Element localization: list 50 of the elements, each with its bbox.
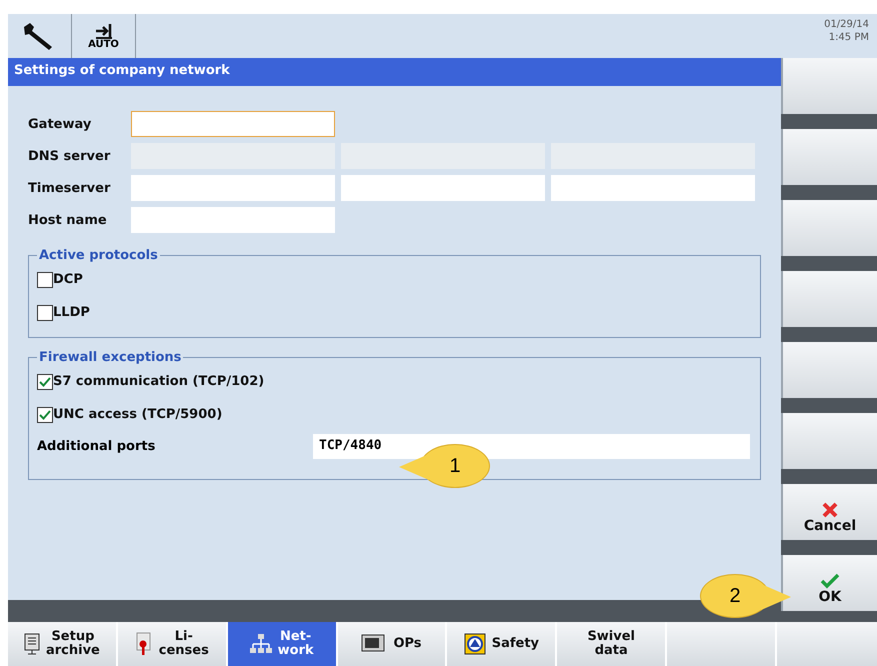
- checkbox-label: LLDP: [53, 305, 90, 320]
- close-icon: [822, 502, 838, 518]
- checkmark-icon: [820, 573, 840, 589]
- checkbox-label: DCP: [53, 272, 83, 287]
- field-label: Timeserver: [28, 180, 112, 196]
- menu-tab[interactable]: [667, 622, 776, 666]
- key-document-icon: [134, 632, 153, 656]
- menu-tab[interactable]: Setup archive: [8, 622, 116, 666]
- field-label: Gateway: [28, 116, 92, 132]
- input-field[interactable]: TCP/4840: [313, 434, 750, 458]
- dialog-title: Settings of company network: [8, 58, 781, 86]
- input-field[interactable]: [341, 175, 545, 201]
- menu-tab[interactable]: OPs: [338, 622, 446, 666]
- softkey-button[interactable]: [781, 58, 877, 114]
- input-field[interactable]: [131, 111, 335, 137]
- input-field[interactable]: [131, 207, 335, 233]
- input-field[interactable]: [131, 175, 335, 201]
- softkey-button[interactable]: [781, 413, 877, 469]
- checkbox-label: S7 communication (TCP/102): [53, 374, 264, 389]
- input-field[interactable]: [551, 175, 755, 201]
- checkbox[interactable]: [37, 304, 53, 320]
- checkbox[interactable]: [37, 406, 53, 422]
- callout-pointer: [761, 582, 791, 612]
- safety-icon: [464, 633, 486, 655]
- menu-tab[interactable]: Safety: [447, 622, 556, 666]
- group-title: Active protocols: [38, 248, 159, 263]
- checkbox[interactable]: [37, 272, 53, 288]
- archive-icon: [24, 633, 40, 655]
- cancel-button[interactable]: Cancel: [781, 484, 877, 540]
- field-label: Host name: [28, 212, 108, 228]
- mode-label: AUTO: [88, 40, 119, 50]
- softkey-button[interactable]: [781, 342, 877, 398]
- time-text: 1:45 PM: [828, 31, 869, 44]
- menu-tab[interactable]: Li- censes: [118, 622, 226, 666]
- monitor-icon: [361, 634, 388, 654]
- softkey-button[interactable]: [781, 271, 877, 327]
- network-icon: [250, 633, 272, 655]
- menu-tab[interactable]: [777, 622, 877, 666]
- field-label: DNS server: [28, 148, 112, 164]
- menu-tab[interactable]: Net- work: [228, 622, 336, 666]
- arrow-into-bracket-icon: [94, 22, 114, 40]
- softkey-button[interactable]: [781, 200, 877, 256]
- group-title: Firewall exceptions: [38, 350, 182, 365]
- checkbox-label: UNC access (TCP/5900): [53, 407, 222, 422]
- date-text: 01/29/14: [824, 18, 869, 31]
- field-label: Additional ports: [37, 438, 156, 454]
- menu-tab[interactable]: Swivel data: [557, 622, 666, 666]
- checkbox[interactable]: [37, 374, 53, 390]
- ok-button[interactable]: OK: [781, 555, 877, 611]
- softkey-button[interactable]: [781, 129, 877, 185]
